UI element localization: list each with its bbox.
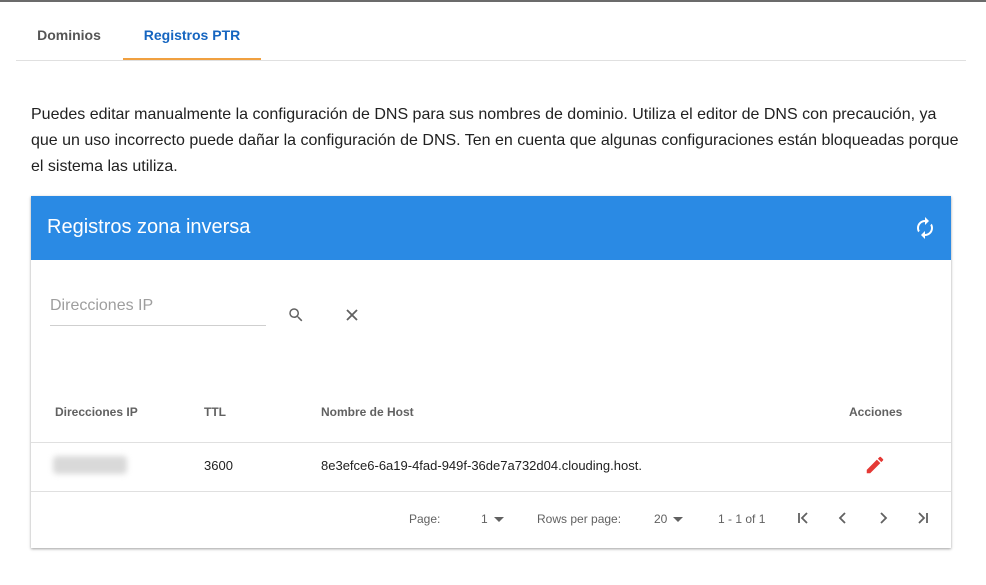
tab-dominios[interactable]: Dominios (16, 10, 122, 60)
header-divider (31, 442, 951, 443)
pagination-bar: Page: 1 Rows per page: 20 1 - 1 of 1 (31, 492, 951, 548)
chevron-left-icon (838, 512, 846, 524)
page-select-value: 1 (481, 512, 488, 526)
rows-per-page-value: 20 (654, 512, 668, 526)
page-select[interactable]: 1 (481, 512, 504, 526)
search-button[interactable] (284, 303, 308, 327)
card-title: Registros zona inversa (47, 216, 251, 238)
rows-per-page-select[interactable]: 20 (654, 512, 684, 526)
first-page-button[interactable] (791, 506, 815, 530)
rows-per-page-label: Rows per page: (537, 512, 622, 526)
dropdown-caret-icon (493, 517, 504, 523)
last-page-button[interactable] (911, 506, 935, 530)
tab-bar: Dominios Registros PTR (16, 10, 966, 61)
pencil-icon (866, 456, 884, 474)
ip-search-field (50, 292, 266, 326)
previous-page-button[interactable] (831, 506, 855, 530)
page-label: Page: (409, 512, 441, 526)
ip-search-input[interactable] (50, 292, 266, 320)
page-range: 1 - 1 of 1 (718, 512, 766, 526)
intro-text: Puedes editar manualmente la configuraci… (31, 106, 959, 175)
refresh-button[interactable] (913, 216, 937, 240)
edit-record-button[interactable] (864, 454, 886, 476)
column-header-host[interactable]: Nombre de Host (321, 405, 414, 419)
close-icon (346, 309, 358, 321)
chevron-right-icon (880, 512, 888, 524)
search-icon (289, 308, 303, 322)
clear-search-button[interactable] (340, 303, 364, 327)
top-border (0, 0, 986, 2)
column-header-ip[interactable]: Direcciones IP (55, 405, 138, 419)
dropdown-caret-icon (673, 517, 684, 523)
ttl-cell: 3600 (204, 458, 233, 473)
tab-registros-ptr[interactable]: Registros PTR (123, 10, 261, 60)
refresh-icon (917, 217, 933, 239)
column-header-actions: Acciones (849, 405, 903, 419)
next-page-button[interactable] (871, 506, 895, 530)
column-header-ttl[interactable]: TTL (204, 405, 226, 419)
ptr-records-card: Registros zona inversa Direcciones IP TT… (31, 196, 951, 548)
card-header: Registros zona inversa (31, 196, 951, 260)
last-page-icon (918, 512, 928, 524)
first-page-icon (798, 512, 808, 524)
hostname-cell: 8e3efce6-6a19-4fad-949f-36de7a732d04.clo… (321, 458, 642, 473)
ip-address-redacted (53, 456, 127, 474)
